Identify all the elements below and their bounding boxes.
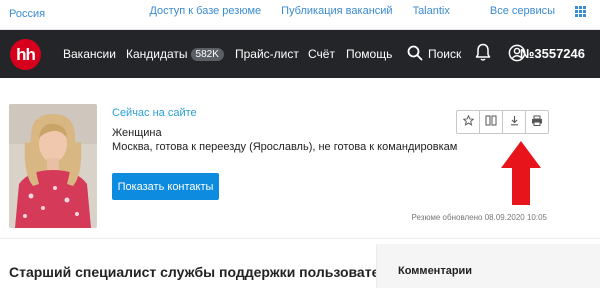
bell-icon[interactable]: [475, 43, 491, 67]
nav-help[interactable]: Помощь: [346, 47, 392, 61]
resume-db-link[interactable]: Доступ к базе резюме: [149, 5, 261, 17]
resume-updated-date: Резюме обновлено 08.09.2020 10:05: [411, 213, 547, 222]
publish-vacancies-link[interactable]: Публикация вакансий: [281, 5, 392, 17]
print-icon: [531, 113, 543, 131]
all-services-link[interactable]: Все сервисы: [470, 5, 586, 17]
favorite-button[interactable]: [456, 110, 480, 134]
red-arrow-annotation: [499, 140, 543, 211]
top-links: Доступ к базе резюме Публикация вакансий…: [129, 5, 586, 17]
top-utility-bar: Россия Доступ к базе резюме Публикация в…: [0, 0, 600, 30]
nav-candidates[interactable]: Кандидаты 582K: [126, 47, 224, 61]
show-contacts-button[interactable]: Показать контакты: [112, 173, 219, 200]
services-grid-icon: [575, 5, 586, 17]
search-icon[interactable]: [407, 45, 423, 66]
nav-pricelist[interactable]: Прайс-лист: [235, 47, 299, 61]
download-icon: [509, 113, 520, 131]
main-nav: hh Вакансии Кандидаты 582K Прайс-лист Счё…: [0, 30, 600, 78]
nav-search[interactable]: Поиск: [428, 47, 461, 61]
nav-vacancies[interactable]: Вакансии: [63, 47, 116, 61]
online-status-link[interactable]: Сейчас на сайте: [112, 107, 197, 119]
candidates-count-badge: 582K: [190, 48, 224, 61]
candidate-gender: Женщина: [112, 127, 162, 139]
print-button[interactable]: [525, 110, 549, 134]
compare-icon: [485, 113, 497, 131]
hh-logo[interactable]: hh: [10, 39, 41, 70]
candidate-photo: [9, 104, 97, 228]
nav-account[interactable]: Счёт: [308, 47, 335, 61]
user-id[interactable]: №3557246: [520, 46, 585, 61]
download-button[interactable]: [502, 110, 526, 134]
candidate-location: Москва, готова к переезду (Ярославль), н…: [112, 141, 458, 153]
comments-panel: Комментарии: [376, 244, 600, 288]
compare-button[interactable]: [479, 110, 503, 134]
region-link[interactable]: Россия: [9, 8, 45, 20]
talantix-link[interactable]: Talantix: [413, 5, 450, 17]
comments-heading: Комментарии: [398, 265, 473, 277]
resume-toolbar: [456, 110, 549, 134]
star-icon: [462, 113, 474, 131]
resume-title: Старший специалист службы поддержки поль…: [9, 264, 405, 280]
section-divider: [0, 238, 600, 239]
